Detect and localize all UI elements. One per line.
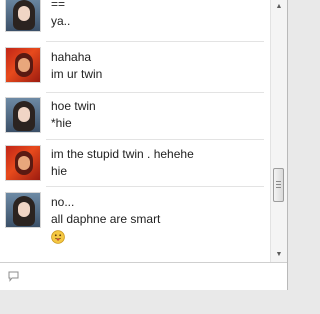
message-divider (46, 186, 264, 187)
speech-bubble-icon (8, 271, 19, 282)
message-input[interactable] (0, 262, 287, 290)
message-line: im the stupid twin . hehehe (51, 147, 194, 161)
scroll-thumb[interactable] (273, 168, 284, 202)
message-line: hoe twin (51, 99, 96, 113)
message-line: hie (51, 164, 68, 178)
avatar[interactable] (5, 145, 41, 181)
avatar[interactable] (5, 47, 41, 83)
avatar[interactable] (5, 97, 41, 133)
thumb-grip (276, 184, 281, 185)
scroll-down-arrow[interactable]: ▼ (271, 248, 287, 262)
message-line: no... (51, 195, 75, 209)
message-line: hahaha (51, 50, 92, 64)
message-line: im ur twin (51, 67, 103, 81)
avatar[interactable] (5, 0, 41, 32)
chat-window: == ya.. hahaha im ur twin hoe twin *hie (0, 0, 288, 290)
thumb-grip (276, 187, 281, 188)
message-line: all daphne are smart (51, 212, 161, 226)
message-line: == (51, 0, 66, 11)
message-divider (46, 92, 264, 93)
message-line: ya.. (51, 14, 71, 28)
message-line: *hie (51, 116, 72, 130)
message-divider (46, 139, 264, 140)
thumb-grip (276, 181, 281, 182)
avatar[interactable] (5, 192, 41, 228)
message-list: == ya.. hahaha im ur twin hoe twin *hie (0, 0, 270, 262)
tongue-out-emoticon (51, 230, 65, 244)
scroll-up-arrow[interactable]: ▲ (271, 0, 287, 14)
message-divider (46, 41, 264, 42)
vertical-scrollbar[interactable]: ▲ ▼ (270, 0, 287, 262)
